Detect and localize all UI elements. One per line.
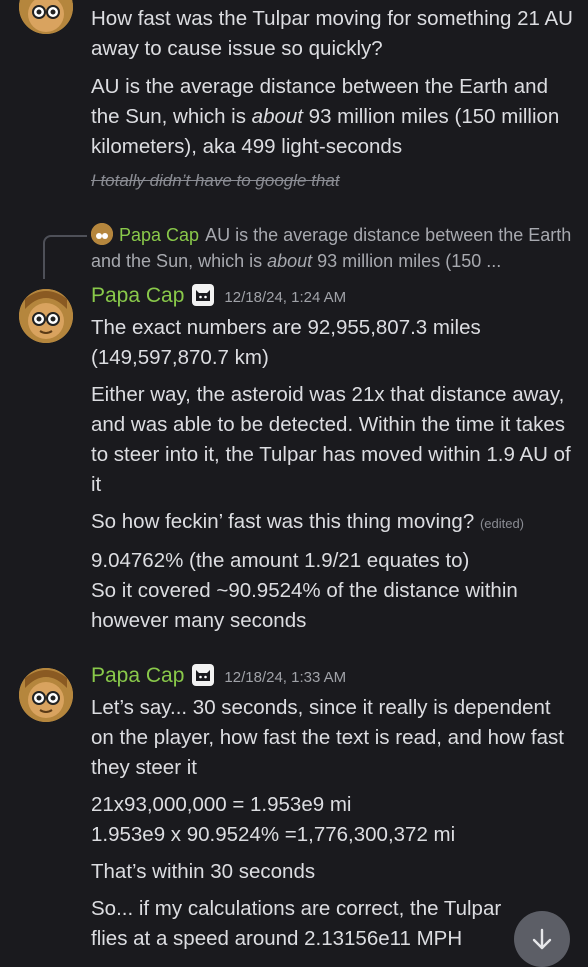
message-text: That’s within 30 seconds [91, 860, 316, 883]
timestamp: 12/18/24, 1:33 AM [224, 669, 347, 686]
message-text: The exact numbers are 92,955,807.3 miles… [91, 316, 481, 369]
message-text: Either way, the asteroid was 21x that di… [91, 383, 571, 496]
text-run-emphasis: about [251, 105, 303, 128]
reply-text: 93 million miles (150 ... [312, 251, 502, 271]
message-header: Papa Cap 12/18/24, 1:24 AM [91, 281, 574, 313]
reply-preview[interactable]: Papa Cap AU is the average distance betwe… [91, 222, 574, 274]
avatar[interactable] [19, 0, 73, 34]
reply-avatar [91, 223, 113, 245]
avatar[interactable] [19, 668, 73, 722]
message-text: AU is the average distance between the E… [91, 72, 574, 162]
message-text: 9.04762% (the amount 1.9/21 equates to) [91, 549, 470, 572]
avatar[interactable] [19, 289, 73, 343]
message-text: 1.953e9 x 90.9524% =1,776,300,372 mi [91, 823, 456, 846]
cat-badge-icon[interactable] [192, 664, 215, 686]
reply-username[interactable]: Papa Cap [119, 225, 199, 245]
text-run: So how feckin’ fast was this thing movin… [91, 510, 475, 533]
message-body: Papa Cap 12/18/24, 1:24 AM The exact num… [91, 281, 574, 636]
message-text: So it covered ~90.9524% of the distance … [91, 579, 518, 632]
arrow-down-icon [532, 928, 552, 950]
message-text: Let’s say... 30 seconds, since it really… [91, 696, 564, 779]
message-text: 21x93,000,000 = 1.953e9 mi [91, 793, 352, 816]
message-text: How fast was the Tulpar moving for somet… [91, 7, 573, 60]
strikethrough-text: I totally didn’t have to google that [91, 171, 340, 190]
reply-text-emphasis: about [267, 251, 313, 271]
username[interactable]: Papa Cap [91, 284, 184, 307]
message-body: Papa Cap 12/18/24, 1:33 AM Let’s say... … [91, 661, 574, 954]
cat-badge-icon[interactable] [192, 284, 215, 306]
username[interactable]: Papa Cap [91, 664, 184, 687]
message-text: So how feckin’ fast was this thing movin… [91, 507, 574, 539]
message-body: How fast was the Tulpar moving for somet… [91, 4, 574, 196]
message-text: So... if my calculations are correct, th… [91, 897, 502, 950]
reply-connector [43, 235, 87, 279]
message-header: Papa Cap 12/18/24, 1:33 AM [91, 661, 574, 693]
scroll-to-bottom-button[interactable] [514, 911, 570, 967]
edited-label: (edited) [479, 516, 525, 531]
timestamp: 12/18/24, 1:24 AM [224, 289, 347, 306]
